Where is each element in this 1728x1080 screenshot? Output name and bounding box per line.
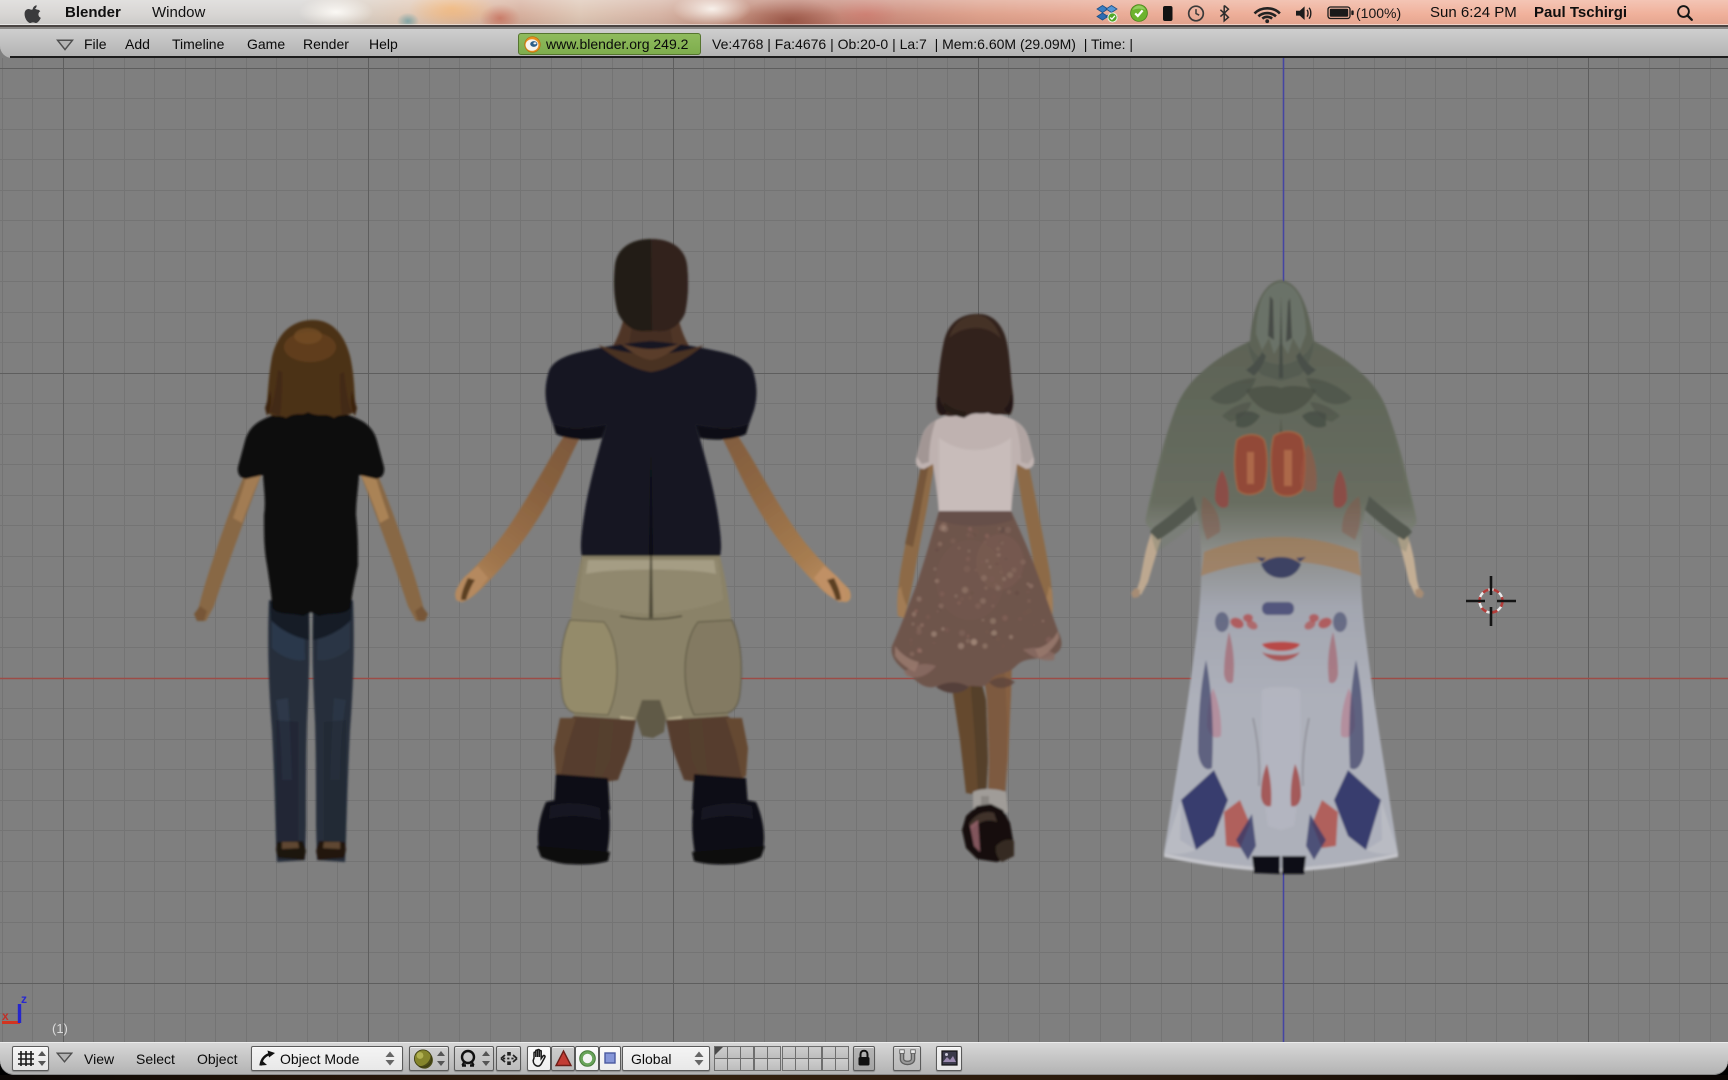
- svg-text:(1): (1): [52, 1021, 68, 1036]
- svg-text:z: z: [21, 992, 27, 1006]
- svg-text:x: x: [2, 1009, 9, 1023]
